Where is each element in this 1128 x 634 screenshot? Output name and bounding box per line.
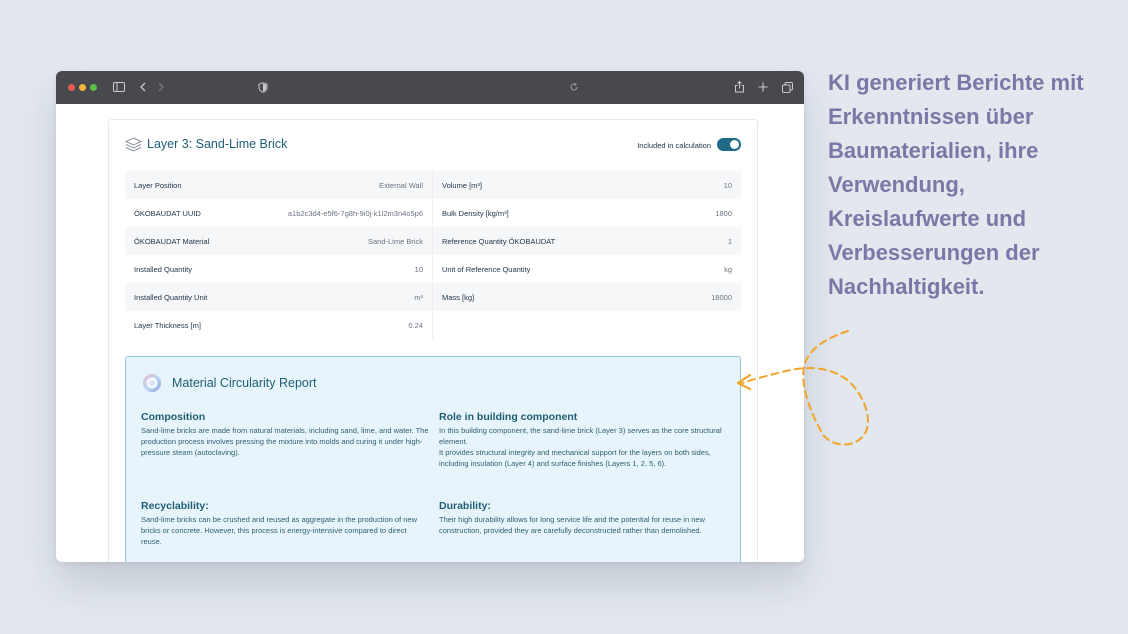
section-text: Their high durability allows for long se… <box>439 515 705 535</box>
included-in-calculation-toggle[interactable] <box>717 138 741 151</box>
circularity-report-panel: Material Circularity Report Composition … <box>125 356 741 562</box>
minimize-window-button[interactable] <box>79 84 86 91</box>
property-value: 10 <box>723 180 732 190</box>
layer-card-header: Layer 3: Sand-Lime Brick Included in cal… <box>124 136 741 158</box>
property-value: 1800 <box>715 208 732 218</box>
ai-sparkle-icon <box>142 373 162 393</box>
section-text: Sand-lime bricks can be crushed and reus… <box>141 515 418 546</box>
toggle-label: Included in calculation <box>637 141 711 150</box>
reload-icon[interactable] <box>567 80 581 94</box>
property-row: Installed Quantity 10 <box>125 255 432 283</box>
property-row: ÖKOBAUDAT UUID a1b2c3d4-e5f6-7g8h-9i0j-k1… <box>125 199 432 227</box>
section-heading: Recyclability: <box>141 500 209 512</box>
property-row: ÖKOBAUDAT Material Sand-Lime Brick <box>125 227 432 255</box>
properties-left-column: Layer Position External Wall ÖKOBAUDAT UU… <box>125 171 433 339</box>
property-value: m³ <box>414 292 423 302</box>
share-icon[interactable] <box>732 80 746 94</box>
back-icon[interactable] <box>136 80 150 94</box>
property-value: Sand-Lime Brick <box>367 236 423 246</box>
section-heading: Durability: <box>439 500 491 512</box>
property-key: ÖKOBAUDAT Material <box>134 236 210 246</box>
report-section-recyclability: Recyclability: Sand-lime bricks can be c… <box>141 500 429 548</box>
property-value: a1b2c3d4-e5f6-7g8h-9i0j-k1l2m3n4o5p6 <box>287 208 423 218</box>
shield-icon[interactable] <box>256 80 270 94</box>
property-key: Bulk Density [kg/m³] <box>442 208 509 218</box>
layer-title: Layer 3: Sand-Lime Brick <box>147 137 288 151</box>
browser-titlebar <box>56 71 804 104</box>
property-key: Layer Position <box>134 180 182 190</box>
report-section-role: Role in building component In this build… <box>439 411 727 470</box>
property-key: ÖKOBAUDAT UUID <box>134 208 201 218</box>
property-key: Layer Thickness [m] <box>134 320 201 330</box>
tab-overview-icon[interactable] <box>780 80 794 94</box>
dashed-arrow-icon <box>736 330 869 446</box>
section-text: Sand-lime bricks are made from natural m… <box>141 426 429 457</box>
close-window-button[interactable] <box>68 84 75 91</box>
page-content: Layer 3: Sand-Lime Brick Included in cal… <box>56 104 804 562</box>
property-row: Installed Quantity Unit m³ <box>125 283 432 311</box>
report-section-durability: Durability: Their high durability allows… <box>439 500 727 537</box>
report-section-composition: Composition Sand-lime bricks are made fr… <box>141 411 429 459</box>
property-value: kg <box>724 264 732 274</box>
property-row: Unit of Reference Quantity kg <box>433 255 741 283</box>
property-row: Bulk Density [kg/m³] 1800 <box>433 199 741 227</box>
property-key: Installed Quantity Unit <box>134 292 208 302</box>
property-value: 0.24 <box>408 320 423 330</box>
property-key: Reference Quantity ÖKOBAUDAT <box>442 236 556 246</box>
maximize-window-button[interactable] <box>90 84 97 91</box>
property-value: 10 <box>414 264 423 274</box>
forward-icon[interactable] <box>154 80 168 94</box>
new-tab-icon[interactable] <box>756 80 770 94</box>
property-row: Mass [kg] 18000 <box>433 283 741 311</box>
property-row: Volume [m³] 10 <box>433 171 741 199</box>
marketing-caption: KI generiert Berichte mit Erkenntnissen … <box>828 70 1084 299</box>
properties-right-column: Volume [m³] 10 Bulk Density [kg/m³] 1800 R… <box>433 171 741 311</box>
property-row: Reference Quantity ÖKOBAUDAT 1 <box>433 227 741 255</box>
property-key: Installed Quantity <box>134 264 192 274</box>
layer-card: Layer 3: Sand-Lime Brick Included in cal… <box>108 119 758 562</box>
property-row: Layer Thickness [m] 0.24 <box>125 311 432 339</box>
layers-icon <box>124 137 143 158</box>
property-row: Layer Position External Wall <box>125 171 432 199</box>
property-key: Volume [m³] <box>442 180 483 190</box>
property-value: External Wall <box>379 180 423 190</box>
report-title: Material Circularity Report <box>172 376 317 390</box>
property-value: 18000 <box>711 292 732 302</box>
section-heading: Composition <box>141 411 206 423</box>
property-key: Unit of Reference Quantity <box>442 264 531 274</box>
property-value: 1 <box>727 236 732 246</box>
section-text: In this building component, the sand-lim… <box>439 426 722 468</box>
browser-window: Layer 3: Sand-Lime Brick Included in cal… <box>56 71 804 562</box>
sidebar-icon[interactable] <box>112 80 126 94</box>
section-heading: Role in building component <box>439 411 578 423</box>
property-key: Mass [kg] <box>442 292 475 302</box>
